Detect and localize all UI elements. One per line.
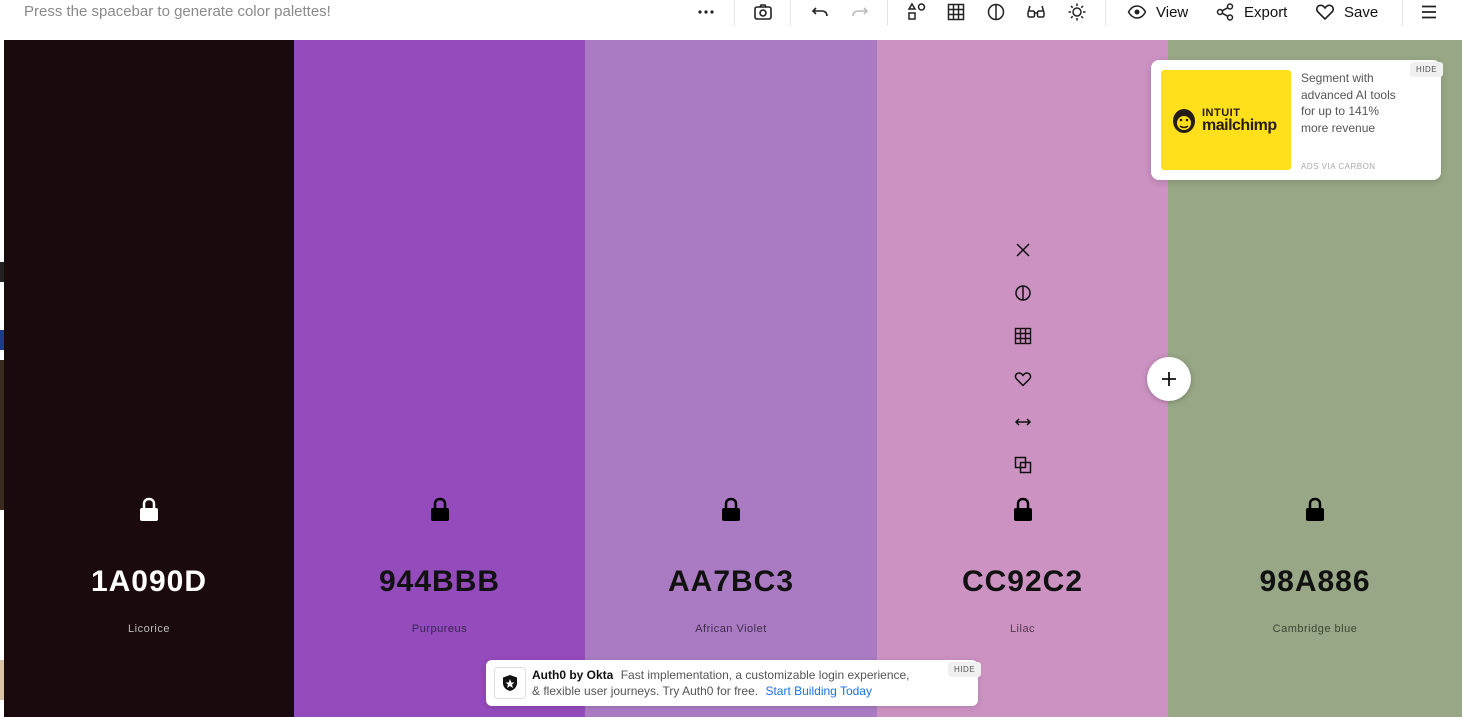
hex-code[interactable]: 1A090D xyxy=(4,565,294,599)
lock-icon[interactable] xyxy=(429,497,451,523)
color-name: Licorice xyxy=(128,623,170,635)
coolors-app: Press the spacebar to generate color pal… xyxy=(4,0,1462,717)
camera-icon[interactable] xyxy=(751,2,775,22)
glasses-icon[interactable] xyxy=(1024,2,1048,22)
copy-icon[interactable] xyxy=(1011,453,1035,477)
window-right-edge xyxy=(1462,0,1466,717)
hide-bottom-ad-button[interactable]: HIDE xyxy=(948,662,982,677)
swatch-tools xyxy=(1011,238,1035,496)
bottom-ad-line-2: & flexible user journeys. Try Auth0 for … xyxy=(532,684,872,698)
more-options-icon[interactable] xyxy=(694,2,718,22)
hex-code[interactable]: CC92C2 xyxy=(877,565,1168,599)
bottom-ad-text-2: & flexible user journeys. Try Auth0 for … xyxy=(532,684,759,698)
contrast-icon[interactable] xyxy=(1011,281,1035,305)
bottom-ad-line-1: Auth0 by Okta Fast implementation, a cus… xyxy=(532,668,910,682)
eye-icon xyxy=(1127,5,1147,19)
drag-arrows-icon[interactable] xyxy=(1011,410,1035,434)
color-name: African Violet xyxy=(695,623,767,635)
ads-via-carbon[interactable]: ADS VIA CARBON xyxy=(1301,162,1376,171)
shades-grid-icon[interactable] xyxy=(1011,324,1035,348)
spacebar-hint: Press the spacebar to generate color pal… xyxy=(24,3,331,20)
hex-code[interactable]: 944BBB xyxy=(294,565,585,599)
hex-code[interactable]: 98A886 xyxy=(1168,565,1462,599)
auth0-logo-icon xyxy=(494,667,526,699)
export-label: Export xyxy=(1244,3,1288,21)
lock-icon[interactable] xyxy=(138,497,160,523)
swatch-purpureus[interactable]: 944BBB Purpureus xyxy=(294,40,585,717)
ad-text[interactable]: Segment with advanced AI tools for up to… xyxy=(1301,70,1396,136)
color-name: Cambridge blue xyxy=(1272,623,1358,635)
swatch-lilac[interactable]: CC92C2 Lilac xyxy=(877,40,1168,717)
swatch-african-violet[interactable]: AA7BC3 African Violet xyxy=(585,40,877,717)
lock-icon[interactable] xyxy=(720,497,742,523)
swatch-licorice[interactable]: 1A090D Licorice xyxy=(4,40,294,717)
sun-icon[interactable] xyxy=(1065,2,1089,22)
view-label: View xyxy=(1156,3,1189,21)
carbon-ad[interactable]: INTUIT mailchimp Segment with advanced A… xyxy=(1151,60,1444,180)
add-color-button[interactable] xyxy=(1147,357,1191,401)
share-icon xyxy=(1216,3,1234,21)
close-icon[interactable] xyxy=(1011,238,1035,262)
heart-icon xyxy=(1316,4,1334,21)
bottom-ad-text-1: Fast implementation, a customizable logi… xyxy=(620,668,910,682)
grid-icon[interactable] xyxy=(944,2,968,22)
bottom-ad-brand: Auth0 by Okta xyxy=(532,668,614,682)
lock-icon[interactable] xyxy=(1012,497,1034,523)
hide-ad-button[interactable]: HIDE xyxy=(1410,62,1444,77)
hex-code[interactable]: AA7BC3 xyxy=(585,565,877,599)
heart-icon[interactable] xyxy=(1011,367,1035,391)
save-button[interactable]: Save xyxy=(1315,2,1378,22)
mailchimp-logo-icon xyxy=(1173,109,1195,133)
shapes-icon[interactable] xyxy=(905,2,929,22)
color-name: Purpureus xyxy=(411,623,468,635)
export-button[interactable]: Export xyxy=(1215,2,1287,22)
redo-icon[interactable] xyxy=(848,2,872,22)
undo-icon[interactable] xyxy=(808,2,832,22)
ad-brand-main: mailchimp xyxy=(1202,117,1277,134)
menu-icon[interactable] xyxy=(1417,2,1441,22)
bottom-ad[interactable]: Auth0 by Okta Fast implementation, a cus… xyxy=(486,660,982,706)
lock-icon[interactable] xyxy=(1304,497,1326,523)
contrast-icon[interactable] xyxy=(984,2,1008,22)
color-name: Lilac xyxy=(1009,623,1036,635)
ad-image[interactable]: INTUIT mailchimp xyxy=(1161,70,1291,170)
start-building-link[interactable]: Start Building Today xyxy=(765,684,872,698)
view-button[interactable]: View xyxy=(1127,2,1188,22)
save-label: Save xyxy=(1344,3,1379,21)
toolbar: Press the spacebar to generate color pal… xyxy=(4,0,1462,41)
plus-icon xyxy=(1162,372,1176,386)
